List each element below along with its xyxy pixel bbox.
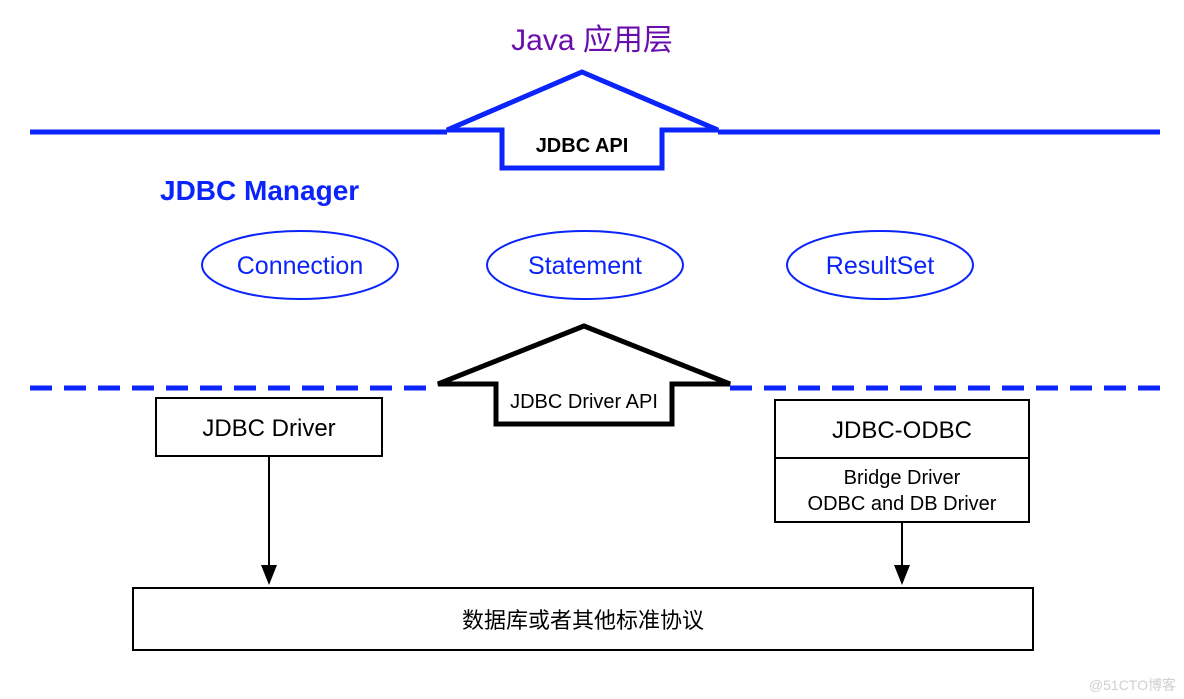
resultset-text: ResultSet: [826, 252, 934, 280]
statement-text: Statement: [528, 252, 642, 280]
jdbc-api-label: JDBC API: [536, 135, 629, 157]
bridge-driver-line1: Bridge Driver: [844, 467, 961, 489]
connection-text: Connection: [237, 252, 363, 280]
jdbc-driver-text: JDBC Driver: [202, 415, 335, 442]
jdbc-odbc-text: JDBC-ODBC: [832, 417, 972, 444]
jdbc-manager-label: JDBC Manager: [160, 175, 359, 206]
database-protocol-text: 数据库或者其他标准协议: [462, 608, 704, 633]
jdbc-driver-api-label: JDBC Driver API: [510, 391, 658, 413]
watermark: @51CTO博客: [1089, 675, 1176, 695]
bridge-driver-line2: ODBC and DB Driver: [808, 493, 997, 515]
java-layer-title: Java 应用层: [511, 24, 673, 57]
